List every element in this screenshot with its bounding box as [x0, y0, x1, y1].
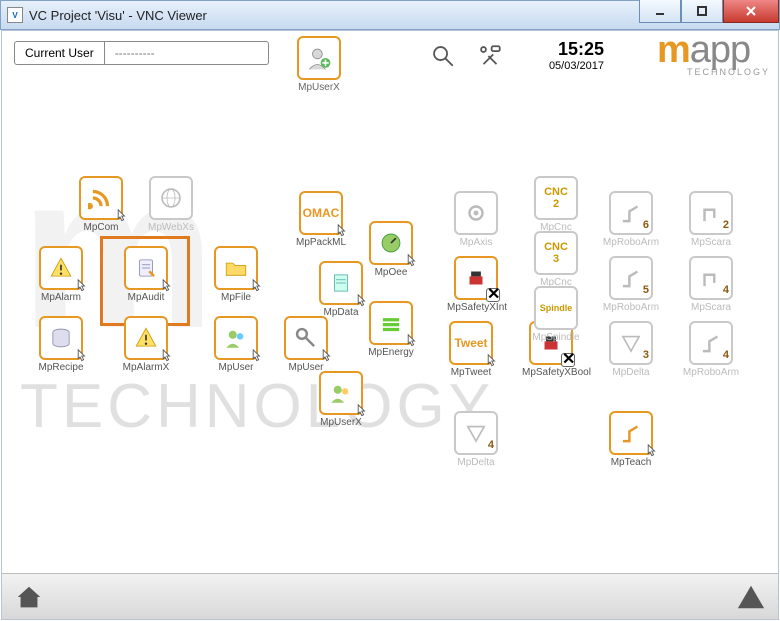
mpoee-button[interactable]: MpOee [362, 221, 420, 278]
window-titlebar: V VC Project 'Visu' - VNC Viewer [0, 0, 780, 30]
mppackml-button[interactable]: OMAC MpPackML [292, 191, 350, 248]
mpscara2-button[interactable]: 2 MpScara [682, 191, 740, 248]
mproboarm6-button[interactable]: 6 MpRoboArm [602, 191, 660, 248]
vnc-logo-icon: V [7, 7, 23, 23]
x-badge: ✕ [561, 353, 575, 367]
close-button[interactable] [723, 0, 779, 23]
window-title: VC Project 'Visu' - VNC Viewer [29, 8, 207, 23]
mpalarm-button[interactable]: MpAlarm [32, 246, 90, 303]
tools-icon [477, 43, 503, 69]
mproboarm5-button[interactable]: 5 MpRoboArm [602, 256, 660, 313]
cursor-icon [481, 353, 499, 371]
cursor-icon [156, 278, 174, 296]
mapp-logo: mapp TECHNOLOGY [657, 33, 770, 77]
app-content: Current User ---------- MpUserX [1, 30, 779, 620]
globe-icon [158, 185, 184, 211]
gear-icon [463, 200, 489, 226]
cursor-icon [641, 443, 659, 461]
cursor-icon [316, 348, 334, 366]
mpaxis-button[interactable]: MpAxis [447, 191, 505, 248]
mpspindle-button[interactable]: Spindle MpSpindle [527, 286, 585, 343]
omac-badge: OMAC [303, 206, 340, 220]
alert-button[interactable] [736, 582, 766, 615]
cursor-icon [156, 348, 174, 366]
minimize-button[interactable] [639, 0, 681, 23]
mpdelta3-button[interactable]: 3 MpDelta [602, 321, 660, 378]
cursor-icon [401, 253, 419, 271]
home-button[interactable] [14, 582, 44, 615]
header: Current User ---------- MpUserX [2, 31, 778, 81]
cursor-icon [246, 348, 264, 366]
mpcnc3-button[interactable]: CNC3 MpCnc [527, 231, 585, 288]
cursor-icon [111, 208, 129, 226]
footer [2, 573, 778, 619]
mprecipe-button[interactable]: MpRecipe [32, 316, 90, 373]
mpuserx2-button[interactable]: MpUserX [312, 371, 370, 428]
cursor-icon [401, 333, 419, 351]
cursor-icon [246, 278, 264, 296]
delta-icon [463, 420, 489, 446]
date: 05/03/2017 [532, 60, 604, 72]
search-icon [430, 43, 456, 69]
tweet-badge: Tweet [454, 336, 487, 350]
icon-canvas: MpCom MpWebXs MpAlarm MpAudit MpFile MpR… [2, 91, 778, 579]
mpcom-button[interactable]: MpCom [72, 176, 130, 233]
current-user-value: ---------- [105, 41, 269, 65]
mproboarm4-button[interactable]: 4 MpRoboArm [682, 321, 740, 378]
mpteach-button[interactable]: MpTeach [602, 411, 660, 468]
cursor-icon [71, 278, 89, 296]
spindle-badge: Spindle [540, 303, 573, 313]
current-user-field[interactable]: Current User ---------- [14, 41, 269, 65]
mpcnc2-button[interactable]: CNC2 MpCnc [527, 176, 585, 233]
user-add-icon [306, 45, 332, 71]
roboarm-icon [618, 200, 644, 226]
scara-icon [698, 200, 724, 226]
mpwebxs-button[interactable]: MpWebXs [142, 176, 200, 233]
cursor-icon [351, 403, 369, 421]
delta-icon [618, 330, 644, 356]
cursor-icon [71, 348, 89, 366]
datetime: 15:25 05/03/2017 [532, 39, 604, 72]
current-user-label: Current User [14, 41, 105, 65]
x-badge: ✕ [486, 288, 500, 302]
roboarm-icon [698, 330, 724, 356]
home-icon [14, 582, 44, 612]
mpdelta-dim-button[interactable]: 4 MpDelta [447, 411, 505, 468]
mpalarmx-button[interactable]: MpAlarmX [117, 316, 175, 373]
maximize-button[interactable] [681, 0, 723, 23]
mpsafetyxint-button[interactable]: ✕ MpSafetyXInt [447, 256, 505, 313]
mpuser-button[interactable]: MpUser [207, 316, 265, 373]
mpuser2-button[interactable]: MpUser [277, 316, 335, 373]
warning-icon [736, 582, 766, 612]
settings-button[interactable] [477, 43, 503, 72]
mpuserx-header-button[interactable]: MpUserX [297, 36, 341, 93]
mpenergy-button[interactable]: MpEnergy [362, 301, 420, 358]
time: 15:25 [532, 39, 604, 60]
mpscara4-button[interactable]: 4 MpScara [682, 256, 740, 313]
mpaudit-button[interactable]: MpAudit [117, 246, 175, 303]
scara-icon [698, 265, 724, 291]
safety-icon [463, 265, 489, 291]
cursor-icon [331, 223, 349, 241]
search-button[interactable] [430, 43, 456, 72]
mpfile-button[interactable]: MpFile [207, 246, 265, 303]
mptweet-button[interactable]: Tweet MpTweet [442, 321, 500, 378]
roboarm-icon [618, 265, 644, 291]
